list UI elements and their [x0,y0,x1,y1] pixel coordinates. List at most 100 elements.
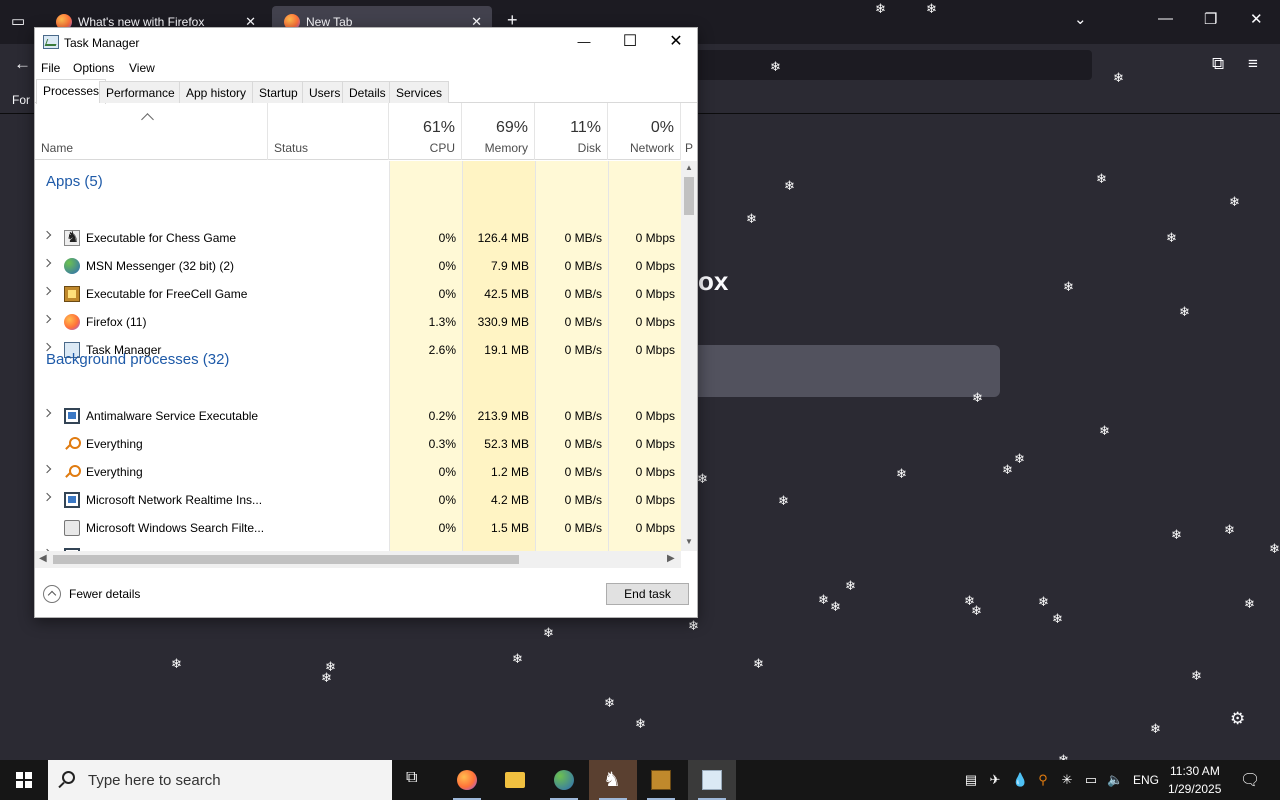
bookmarks-label[interactable]: For [12,93,30,107]
expand-chevron-icon[interactable] [42,230,52,240]
language-indicator[interactable]: ENG [1133,773,1159,787]
vertical-scrollbar[interactable]: ▲ ▼ [681,161,697,551]
clock-time[interactable]: 11:30 AM [1170,764,1220,778]
scroll-down-icon[interactable]: ▼ [681,537,697,549]
url-bar[interactable] [640,50,1092,80]
volume-icon[interactable]: 🔈 [1107,772,1123,788]
tray-drop-icon[interactable]: 💧 [1012,772,1028,788]
process-row[interactable]: Antimalware Service Executable 0.2% 213.9 … [35,402,681,430]
tab-details[interactable]: Details [342,81,393,103]
expand-chevron-icon[interactable] [42,408,52,418]
process-row[interactable]: Executable for Chess Game 0% 126.4 MB 0 MB/… [35,224,681,252]
column-power-cutoff[interactable]: P [685,141,693,155]
column-network[interactable]: 0% Network [608,103,681,160]
column-status[interactable]: Status [268,103,389,160]
settings-gear-icon[interactable]: ⚙ [1230,709,1245,729]
end-task-button[interactable]: End task [606,583,689,605]
column-disk[interactable]: 11% Disk [535,103,608,160]
process-memory-value: 1.2 MB [490,465,529,479]
minimize-icon[interactable]: — [1158,10,1173,27]
snowflake-icon: ❄ [1269,541,1280,556]
process-row[interactable]: Everything 0.3% 52.3 MB 0 MB/s 0 Mbps [35,430,681,458]
horizontal-scroll-thumb[interactable] [53,555,519,564]
msn-icon [64,258,80,274]
tab-services[interactable]: Services [389,81,450,103]
vertical-scroll-thumb[interactable] [684,177,694,215]
restore-icon[interactable]: ❐ [1204,10,1217,28]
horizontal-scrollbar[interactable]: ◀ ▶ [35,551,681,568]
column-memory[interactable]: 69% Memory [462,103,535,160]
expand-chevron-icon[interactable] [42,314,52,324]
snowflake-icon: ❄ [321,670,332,685]
menu-icon[interactable]: ≡ [1248,54,1258,74]
taskbar-freecell[interactable] [637,760,685,800]
expand-chevron-icon[interactable] [42,286,52,296]
column-name[interactable]: Name [35,103,268,160]
snowflake-icon: ❄ [875,1,886,16]
process-cpu-value: 0% [438,521,456,535]
tab-app-history[interactable]: App history [179,81,254,103]
process-cpu-value: 2.6% [428,343,456,357]
taskbar-file-explorer[interactable] [491,760,539,800]
process-row[interactable]: Executable for FreeCell Game 0% 42.5 MB 0 M… [35,280,681,308]
menu-view[interactable]: View [129,61,155,75]
process-row[interactable]: Microsoft Network Realtime Ins... 0% 4.2 M… [35,486,681,514]
scroll-left-icon[interactable]: ◀ [39,553,47,564]
list-all-tabs-icon[interactable]: ⌄ [1074,10,1087,28]
tab-startup[interactable]: Startup [252,81,305,103]
menu-file[interactable]: File [41,61,60,75]
new-tab-search-box[interactable] [698,345,1000,397]
extensions-icon[interactable]: ⧉ [1212,54,1224,74]
tab-processes[interactable]: Processes [36,79,107,104]
taskbar-chess[interactable]: ♞ [589,760,637,800]
task-view-button[interactable]: ⧉ [392,760,440,800]
expand-chevron-icon[interactable] [42,464,52,474]
process-row[interactable]: Everything 0% 1.2 MB 0 MB/s 0 Mbps [35,458,681,486]
tray-network-storage-icon[interactable]: ▤ [964,772,978,788]
group-header-apps[interactable]: Apps (5) [46,173,103,190]
column-memory-label: Memory [484,141,528,155]
footer: Fewer details End task [35,569,697,617]
scroll-right-icon[interactable]: ▶ [667,553,675,564]
maximize-button[interactable]: ☐ [607,28,653,58]
close-button[interactable]: ✕ [653,28,699,58]
taskbar-search-box[interactable]: Type here to search [48,760,392,800]
clock-date[interactable]: 1/29/2025 [1168,782,1221,796]
tab-list-icon[interactable]: ▭ [11,12,25,30]
firefox-icon [64,314,80,330]
taskbar-firefox[interactable] [443,760,491,800]
process-row[interactable]: Firefox (11) 1.3% 330.9 MB 0 MB/s 0 Mbps [35,308,681,336]
start-button[interactable] [0,760,48,800]
process-name: Microsoft Network Realtime Ins... [86,493,263,507]
process-row[interactable]: Microsoft Windows Search Filte... 0% 1.5 M… [35,514,681,542]
taskbar: Type here to search ⧉ ♞ ▤ ✈ 💧 ⚲ ✳ ▭ 🔈 EN… [0,760,1280,800]
tray-everything-icon[interactable]: ⚲ [1036,772,1050,788]
tab-performance[interactable]: Performance [99,81,182,103]
process-row[interactable]: Microsoft® Volume Shadow Co...0%1.5 MB0 … [35,542,681,551]
snowflake-icon: ❄ [972,390,983,405]
close-window-icon[interactable]: ✕ [1250,10,1263,28]
back-arrow-icon[interactable]: ← [14,54,31,74]
title-bar[interactable]: Task Manager — ☐ ✕ [35,28,697,58]
expand-chevron-icon[interactable] [42,342,52,352]
process-network-value: 0 Mbps [635,231,675,245]
group-header-background[interactable]: Background processes (32) [46,351,229,368]
notifications-icon[interactable]: 🗨 [1240,770,1260,789]
expand-chevron-icon[interactable] [42,492,52,502]
minimize-button[interactable]: — [561,28,607,58]
menu-options[interactable]: Options [73,61,114,75]
column-cpu[interactable]: 61% CPU [389,103,462,160]
process-memory-value: 4.2 MB [490,493,529,507]
taskbar-msn-messenger[interactable] [540,760,588,800]
window-icon [64,492,80,508]
snowflake-icon: ❄ [1179,304,1190,319]
expand-chevron-icon[interactable] [42,258,52,268]
tray-app-icon[interactable]: ✈ [988,772,1002,788]
scroll-up-icon[interactable]: ▲ [681,163,697,175]
taskbar-task-manager[interactable] [688,760,736,800]
tab-users[interactable]: Users [302,81,348,103]
process-row[interactable]: MSN Messenger (32 bit) (2) 0% 7.9 MB 0 MB/s… [35,252,681,280]
network-icon[interactable]: ▭ [1084,772,1098,788]
process-cpu-value: 0% [438,259,456,273]
tray-snow-icon[interactable]: ✳ [1060,772,1074,788]
